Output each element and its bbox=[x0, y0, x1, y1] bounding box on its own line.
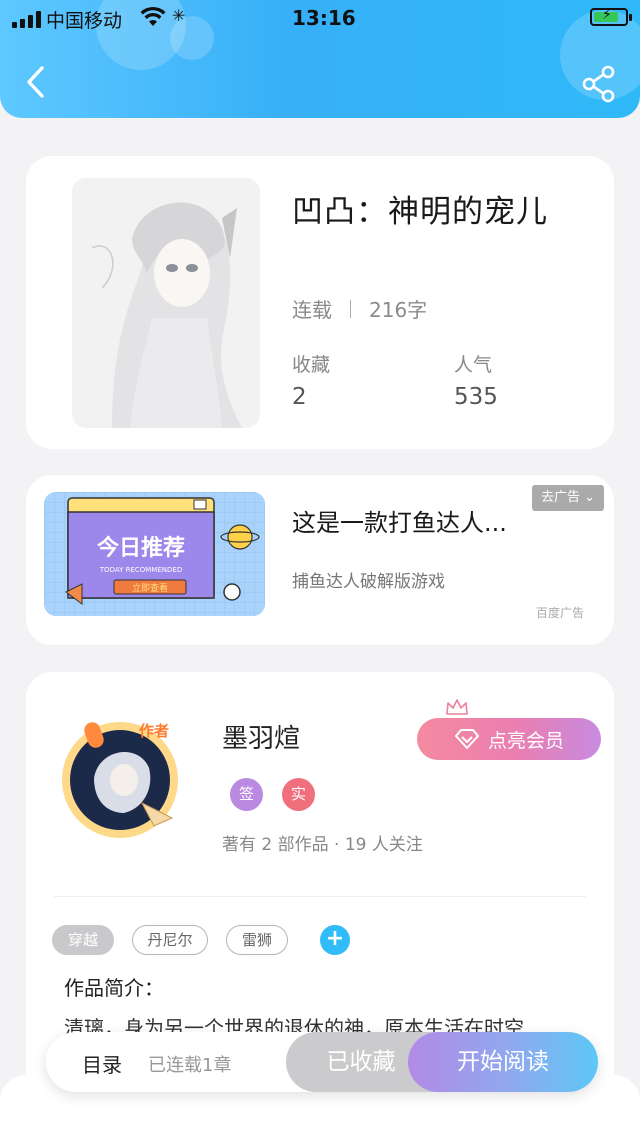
status-time: 13:16 bbox=[292, 6, 356, 30]
share-icon[interactable] bbox=[580, 64, 620, 104]
book-info-card: 凹凸：神明的宠儿 连载 216字 收藏 2 人气 535 bbox=[26, 156, 614, 449]
battery-icon: ⚡ bbox=[590, 7, 632, 26]
divider bbox=[350, 299, 351, 318]
ad-banner-image[interactable]: 立即查看 今日推荐 TODAY RECOMMENDED bbox=[44, 492, 265, 616]
add-tag-button[interactable]: + bbox=[320, 925, 350, 955]
avatar-tag: 作者 bbox=[139, 722, 169, 740]
chevron-down-icon: ⌄ bbox=[584, 490, 596, 505]
ad-title[interactable]: 这是一款打鱼达人... bbox=[292, 503, 507, 538]
favorites-value: 2 bbox=[292, 384, 307, 410]
tag-chip[interactable]: 丹尼尔 bbox=[132, 925, 208, 955]
ad-banner-illustration: 立即查看 今日推荐 TODAY RECOMMENDED bbox=[44, 492, 265, 616]
tag-chip[interactable]: 雷狮 bbox=[226, 925, 288, 955]
favorites-label: 收藏 bbox=[292, 354, 331, 376]
section-divider bbox=[54, 896, 586, 897]
intro-label: 作品简介： bbox=[64, 976, 164, 1000]
chapter-count: 已连载1章 bbox=[148, 1055, 232, 1076]
signal-icon bbox=[12, 10, 41, 28]
popularity-label: 人气 bbox=[454, 354, 493, 376]
carrier-name: 中国移动 bbox=[46, 10, 123, 32]
activate-member-button[interactable]: 点亮会员 bbox=[417, 718, 601, 760]
ad-source: 百度广告 bbox=[536, 606, 585, 620]
word-count: 216字 bbox=[369, 298, 428, 322]
toc-button[interactable]: 目录 bbox=[82, 1049, 122, 1078]
book-status-row: 连载 216字 bbox=[292, 294, 427, 323]
serial-status: 连载 bbox=[292, 298, 332, 322]
top-header: 中国移动 ✳ 13:16 ⚡ bbox=[0, 0, 640, 118]
signed-badge: 签 bbox=[230, 778, 263, 811]
author-works-info: 著有 2 部作品 · 19 人关注 bbox=[222, 835, 423, 855]
diamond-icon bbox=[454, 729, 479, 749]
loading-icon: ✳ bbox=[172, 6, 186, 25]
ad-banner-button: 立即查看 bbox=[132, 582, 168, 594]
start-reading-button[interactable]: 开始阅读 bbox=[408, 1032, 598, 1092]
ad-card[interactable]: 立即查看 今日推荐 TODAY RECOMMENDED 这是一款打鱼达人... … bbox=[26, 475, 614, 645]
status-bar: 中国移动 ✳ 13:16 ⚡ bbox=[0, 0, 640, 40]
book-title: 凹凸：神明的宠儿 bbox=[292, 194, 548, 230]
remove-ad-button[interactable]: 去广告 ⌄ bbox=[532, 485, 604, 511]
ad-banner-subtitle: TODAY RECOMMENDED bbox=[99, 566, 182, 574]
book-cover[interactable] bbox=[72, 178, 260, 428]
remove-ad-label: 去广告 bbox=[540, 490, 580, 505]
cover-illustration bbox=[72, 178, 260, 428]
ad-description: 捕鱼达人破解版游戏 bbox=[292, 572, 445, 592]
popularity-value: 535 bbox=[454, 384, 498, 410]
author-name[interactable]: 墨羽煊 bbox=[222, 718, 300, 755]
verified-badge: 实 bbox=[282, 778, 315, 811]
crown-icon bbox=[446, 699, 468, 715]
ad-banner-title: 今日推荐 bbox=[97, 535, 185, 561]
bottom-action-bar: 目录 已连载1章 已收藏 开始阅读 bbox=[46, 1032, 598, 1092]
wifi-icon bbox=[140, 6, 166, 26]
author-avatar[interactable]: 作者 bbox=[54, 708, 186, 840]
chevron-left-icon[interactable] bbox=[18, 62, 58, 102]
tag-chip[interactable]: 穿越 bbox=[52, 925, 114, 955]
member-button-label: 点亮会员 bbox=[487, 729, 564, 752]
avatar-illustration: 作者 bbox=[62, 722, 178, 838]
